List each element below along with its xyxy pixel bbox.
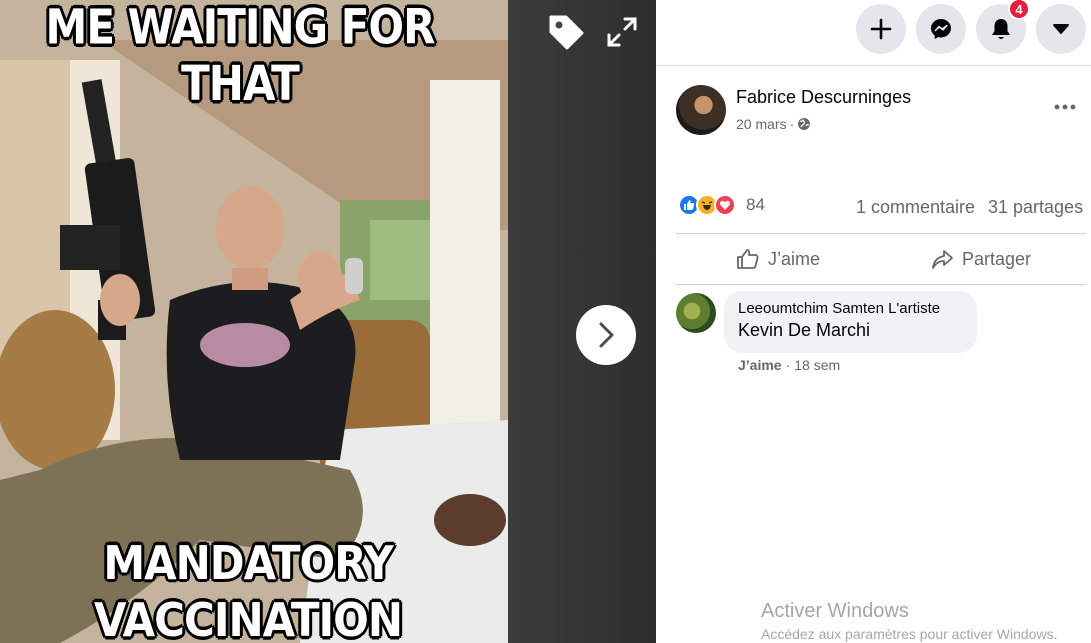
reaction-count: 84 <box>746 195 765 214</box>
reactions-summary[interactable]: 84 <box>678 194 765 216</box>
meta-separator: · <box>785 357 791 373</box>
post-date[interactable]: 20 mars <box>736 116 787 132</box>
comments-count-link[interactable]: 1 commentaire <box>856 197 975 218</box>
comment-text[interactable]: Kevin De Marchi <box>738 320 963 341</box>
like-button[interactable]: J’aime <box>736 242 820 276</box>
bell-icon <box>992 19 1010 39</box>
windows-activation-title: Activer Windows <box>761 600 909 622</box>
comment-meta: J’aime · 18 sem <box>738 357 840 373</box>
photo-viewer: ME WAITING FOR THAT MANDATORY VACCINATIO… <box>0 0 656 643</box>
author-avatar[interactable] <box>676 85 726 135</box>
author-name[interactable]: Fabrice Descurninges <box>736 87 911 108</box>
windows-activation-subtitle: Accédez aux paramètres pour activer Wind… <box>761 626 1058 642</box>
like-button-label: J’aime <box>768 248 821 269</box>
divider <box>676 233 1086 234</box>
more-dots-icon <box>1054 104 1076 110</box>
globe-icon <box>798 118 811 130</box>
meme-bottom-line-1: MANDATORY <box>103 535 393 590</box>
expand-icon[interactable] <box>600 10 644 54</box>
create-button[interactable] <box>856 4 906 54</box>
share-button-label: Partager <box>962 248 1032 269</box>
meme-bottom-line-2: VACCINATION <box>94 593 403 643</box>
post-panel: 4 Fabrice Descurninges 20 mars · 84 1 co… <box>656 0 1091 643</box>
share-button[interactable]: Partager <box>930 242 1031 276</box>
notification-badge: 4 <box>1008 0 1030 20</box>
comment-like-button[interactable]: J’aime <box>738 357 782 373</box>
meme-top-text: ME WAITING FOR THAT <box>45 0 436 112</box>
comment-time[interactable]: 18 sem <box>794 357 840 373</box>
messenger-button[interactable] <box>916 4 966 54</box>
shares-count-link[interactable]: 31 partages <box>988 197 1083 218</box>
comment-bubble: Leeoumtchim Samten L'artiste Kevin De Ma… <box>724 291 977 353</box>
caret-down-icon <box>1053 24 1069 34</box>
commenter-name[interactable]: Leeoumtchim Samten L'artiste <box>738 300 963 317</box>
meme-bottom-text: MANDATORY VACCINATION <box>0 535 502 643</box>
next-photo-button[interactable] <box>576 305 636 365</box>
messenger-icon <box>931 19 951 39</box>
chevron-right-icon <box>599 322 614 348</box>
love-reaction-icon <box>714 194 736 216</box>
thumbs-up-icon <box>737 249 759 269</box>
account-menu-button[interactable] <box>1036 4 1086 54</box>
post-options-button[interactable] <box>1048 90 1082 124</box>
divider <box>676 284 1086 285</box>
plus-icon <box>870 18 892 40</box>
meta-separator: · <box>789 116 795 132</box>
topbar-divider <box>656 65 1091 66</box>
share-arrow-icon <box>932 250 953 269</box>
post-meta: 20 mars · <box>736 116 811 132</box>
commenter-avatar[interactable] <box>676 293 716 333</box>
meme-photo: ME WAITING FOR THAT MANDATORY VACCINATIO… <box>0 0 508 643</box>
tag-icon[interactable] <box>544 10 588 54</box>
